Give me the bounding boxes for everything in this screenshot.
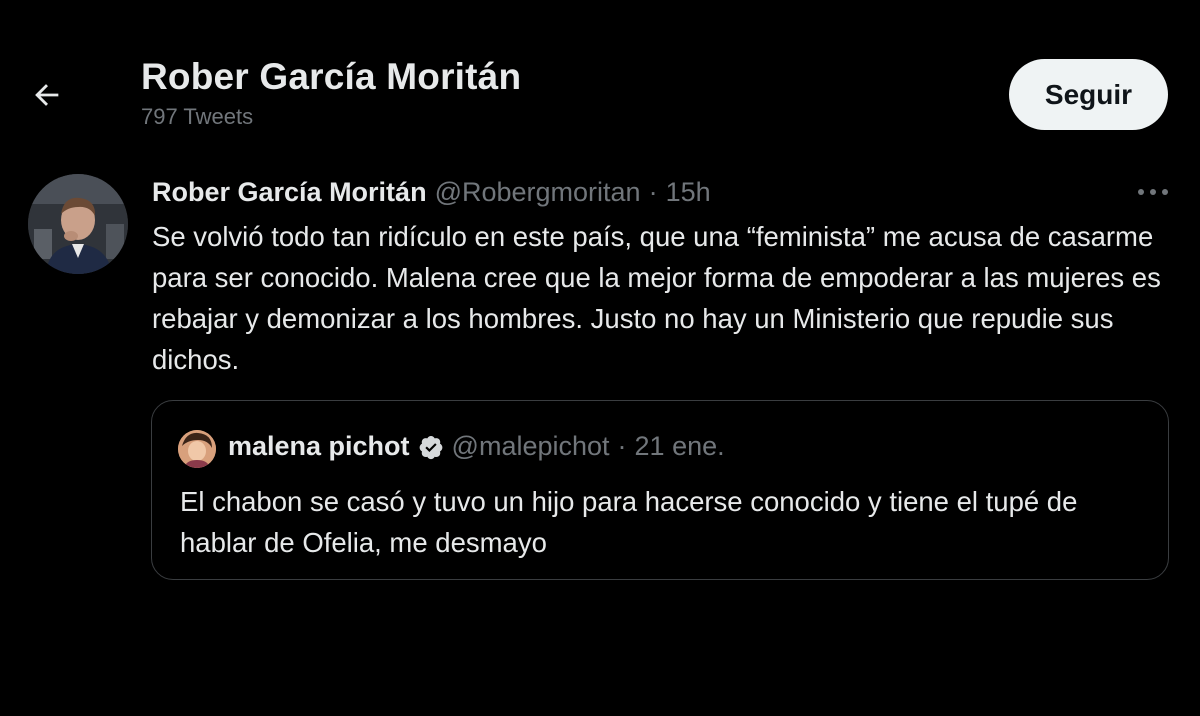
verified-badge-icon (419, 435, 442, 459)
profile-name: Rober García Moritán (141, 56, 522, 97)
tweet-header: Rober García Moritán @Robergmoritan · 15… (152, 177, 711, 208)
quote-text: El chabon se casó y tuvo un hijo para ha… (180, 486, 1078, 558)
author-name[interactable]: Rober García Moritán (152, 177, 427, 208)
more-options-button[interactable] (1130, 174, 1176, 210)
quote-author-avatar[interactable] (178, 430, 216, 468)
tweet-time[interactable]: 15h (666, 177, 711, 208)
tweet-text: Se volvió todo tan ridículo en este país… (152, 221, 1161, 375)
tweet-count: 797 Tweets (141, 104, 254, 129)
follow-button[interactable]: Seguir (1009, 59, 1168, 130)
quote-date[interactable]: 21 ene. (635, 431, 725, 462)
quote-header: malena pichot @malepichot · 21 ene. (228, 431, 725, 462)
ellipsis-icon (1138, 189, 1168, 195)
profile-header: Rober García Moritán 797 Tweets Seguir (0, 0, 1200, 150)
back-button[interactable] (24, 72, 70, 118)
quote-author-handle[interactable]: @malepichot (452, 431, 610, 462)
quote-separator-dot: · (617, 431, 627, 461)
separator-dot: · (648, 177, 658, 207)
arrow-left-icon (35, 84, 59, 106)
author-avatar[interactable] (28, 174, 128, 274)
quote-author-name[interactable]: malena pichot (228, 431, 410, 462)
author-handle[interactable]: @Robergmoritan (435, 177, 641, 208)
quoted-tweet[interactable]: malena pichot @malepichot · 21 ene. El c… (151, 400, 1169, 580)
